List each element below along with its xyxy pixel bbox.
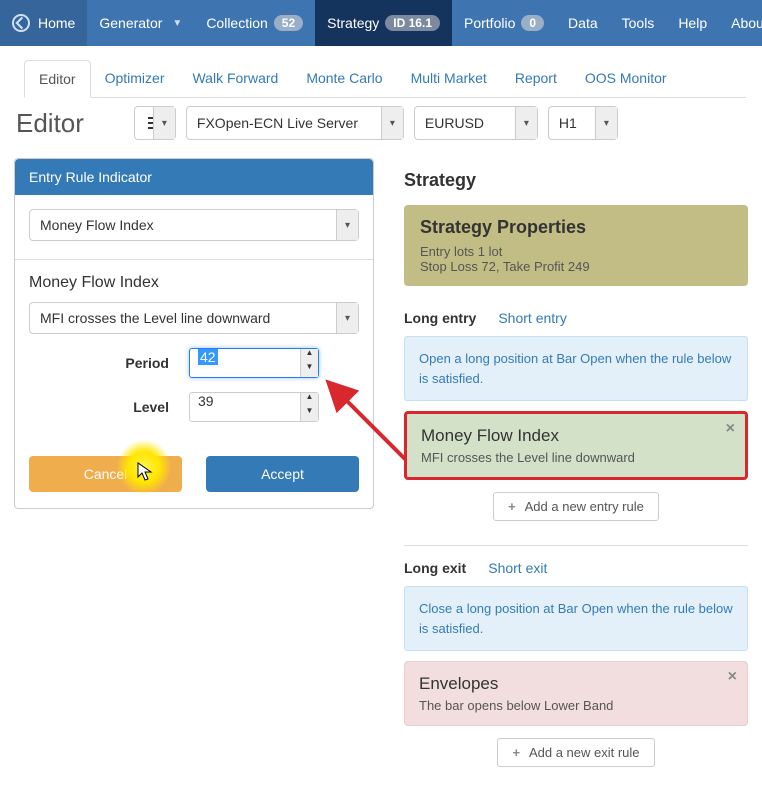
collection-badge: 52: [274, 15, 303, 31]
add-entry-rule-label: Add a new entry rule: [525, 499, 644, 514]
section-title: Money Flow Index: [29, 274, 359, 292]
nav-tools-label: Tools: [622, 15, 655, 31]
symbol-select[interactable]: EURUSD ▾: [414, 106, 538, 140]
entry-rule-card[interactable]: × Money Flow Index MFI crosses the Level…: [404, 411, 748, 480]
entry-rule-sub: MFI crosses the Level line downward: [421, 450, 731, 465]
strategy-heading: Strategy: [404, 170, 748, 191]
tab-report[interactable]: Report: [501, 60, 571, 97]
timeframe-select-value: H1: [559, 115, 577, 131]
back-icon: [12, 14, 30, 32]
timeframe-select[interactable]: H1 ▾: [548, 106, 618, 140]
period-spinner[interactable]: ▲▼: [300, 349, 318, 377]
nav-generator[interactable]: Generator ▼: [87, 0, 194, 46]
strategy-properties-line2: Stop Loss 72, Take Profit 249: [420, 259, 732, 274]
nav-data-label: Data: [568, 15, 598, 31]
condition-select-value: MFI crosses the Level line downward: [40, 310, 270, 326]
nav-home-label: Home: [38, 15, 75, 31]
nav-portfolio[interactable]: Portfolio 0: [452, 0, 556, 46]
tab-optimizer[interactable]: Optimizer: [91, 60, 179, 97]
server-select[interactable]: FXOpen-ECN Live Server ▾: [186, 106, 404, 140]
chevron-down-icon: ▾: [381, 107, 403, 139]
chevron-down-icon: ▾: [515, 107, 537, 139]
nav-strategy-label: Strategy: [327, 15, 379, 31]
chevron-down-icon: ▼: [172, 18, 182, 29]
cancel-button[interactable]: Cancel: [29, 456, 182, 492]
chevron-down-icon: ▾: [153, 107, 175, 139]
chevron-down-icon: ▾: [336, 210, 358, 240]
nav-strategy[interactable]: Strategy ID 16.1: [315, 0, 452, 46]
accept-button[interactable]: Accept: [206, 456, 359, 492]
level-label: Level: [29, 399, 189, 415]
entry-rule-panel: Entry Rule Indicator Money Flow Index ▾ …: [14, 158, 374, 509]
portfolio-badge: 0: [521, 15, 544, 31]
nav-collection-label: Collection: [206, 15, 267, 31]
strategy-properties-line1: Entry lots 1 lot: [420, 244, 732, 259]
sub-tabs: Editor Optimizer Walk Forward Monte Carl…: [24, 60, 746, 98]
nav-help[interactable]: Help: [666, 0, 719, 46]
strategy-properties-title: Strategy Properties: [420, 217, 732, 238]
nav-data[interactable]: Data: [556, 0, 610, 46]
level-value: 39: [198, 393, 214, 409]
tab-walk-forward[interactable]: Walk Forward: [178, 60, 292, 97]
add-exit-rule-button[interactable]: + Add a new exit rule: [497, 738, 654, 767]
tab-editor[interactable]: Editor: [24, 60, 91, 98]
strategy-badge: ID 16.1: [385, 15, 440, 31]
exit-rule-title: Envelopes: [419, 674, 733, 694]
top-nav: Home Generator ▼ Collection 52 Strategy …: [0, 0, 762, 46]
nav-home[interactable]: Home: [0, 0, 87, 46]
tab-monte-carlo[interactable]: Monte Carlo: [292, 60, 396, 97]
menu-button[interactable]: ▾: [134, 106, 176, 140]
plus-icon: +: [512, 745, 520, 760]
strategy-properties-card[interactable]: Strategy Properties Entry lots 1 lot Sto…: [404, 205, 748, 286]
chevron-down-icon: ▾: [595, 107, 617, 139]
nav-tools[interactable]: Tools: [610, 0, 667, 46]
add-entry-rule-button[interactable]: + Add a new entry rule: [493, 492, 659, 521]
editor-bar: Editor ▾ FXOpen-ECN Live Server ▾ EURUSD…: [0, 98, 762, 152]
level-spinner[interactable]: ▲▼: [300, 393, 318, 421]
nav-collection[interactable]: Collection 52: [194, 0, 315, 46]
page-title: Editor: [16, 108, 84, 139]
symbol-select-value: EURUSD: [425, 115, 484, 131]
tab-multi-market[interactable]: Multi Market: [397, 60, 501, 97]
long-exit-description: Close a long position at Bar Open when t…: [404, 586, 748, 651]
plus-icon: +: [508, 499, 516, 514]
exit-tabs: Long exit Short exit: [404, 560, 748, 576]
nav-generator-label: Generator: [99, 15, 162, 31]
nav-portfolio-label: Portfolio: [464, 15, 515, 31]
entry-tabs: Long entry Short entry: [404, 310, 748, 326]
long-entry-description: Open a long position at Bar Open when th…: [404, 336, 748, 401]
chevron-down-icon: ▾: [336, 303, 358, 333]
condition-select[interactable]: MFI crosses the Level line downward ▾: [29, 302, 359, 334]
tab-short-entry[interactable]: Short entry: [498, 310, 566, 326]
indicator-select-value: Money Flow Index: [40, 217, 154, 233]
exit-rule-card[interactable]: × Envelopes The bar opens below Lower Ba…: [404, 661, 748, 726]
indicator-select[interactable]: Money Flow Index ▾: [29, 209, 359, 241]
server-select-value: FXOpen-ECN Live Server: [197, 115, 358, 131]
tab-long-entry[interactable]: Long entry: [404, 310, 476, 326]
panel-header: Entry Rule Indicator: [15, 159, 373, 195]
close-icon[interactable]: ×: [726, 420, 735, 438]
add-exit-rule-label: Add a new exit rule: [529, 745, 640, 760]
nav-about-label: About: [731, 15, 762, 31]
tab-oos-monitor[interactable]: OOS Monitor: [571, 60, 681, 97]
entry-rule-title: Money Flow Index: [421, 426, 731, 446]
exit-rule-sub: The bar opens below Lower Band: [419, 698, 733, 713]
tab-long-exit[interactable]: Long exit: [404, 560, 466, 576]
nav-about[interactable]: About: [719, 0, 762, 46]
period-label: Period: [29, 355, 189, 371]
tab-short-exit[interactable]: Short exit: [488, 560, 547, 576]
nav-help-label: Help: [678, 15, 707, 31]
period-value: 42: [198, 349, 218, 365]
close-icon[interactable]: ×: [728, 668, 737, 686]
